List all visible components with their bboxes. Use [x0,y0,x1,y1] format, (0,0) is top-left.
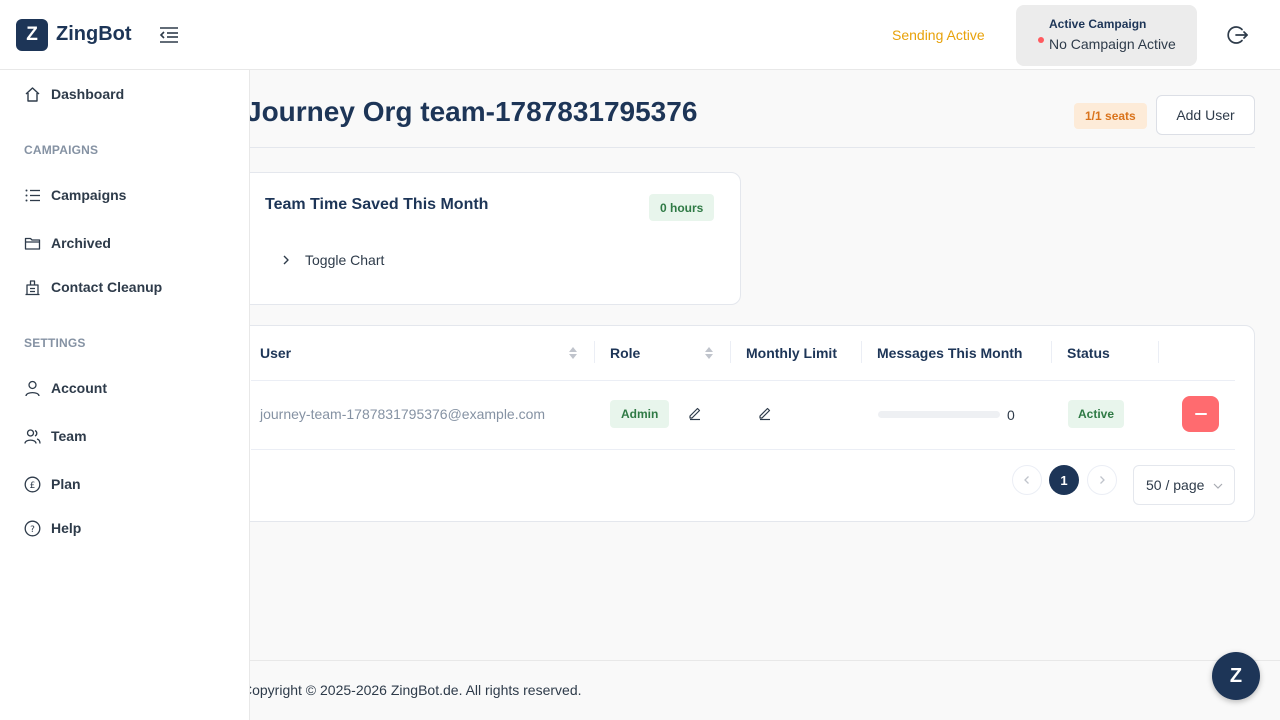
messages-count: 0 [1007,407,1015,423]
user-email: journey-team-1787831795376@example.com [260,406,546,422]
brand-logo-mark[interactable]: Z [16,19,48,51]
chat-fab-button[interactable]: Z [1212,652,1260,700]
pagination-next-button[interactable] [1087,465,1117,495]
hours-badge: 0 hours [649,194,715,221]
column-header-role[interactable]: Role [610,345,640,361]
column-separator [594,341,595,363]
menu-fold-icon[interactable] [158,24,180,46]
toggle-chart-button[interactable]: Toggle Chart [279,252,384,268]
time-saved-card: Team Time Saved This Month 0 hours Toggl… [240,172,741,305]
sidebar-item-team[interactable]: Team [24,425,87,447]
sidebar-item-label: Help [51,520,82,536]
top-header: Z ZingBot Sending Active Active Campaign… [0,0,1280,70]
page-title: Journey Org team-1787831795376 [246,96,698,127]
section-settings: SETTINGS [24,336,86,350]
home-icon [24,86,41,103]
question-icon: ? [24,520,41,537]
list-icon [24,187,41,204]
table-header-divider [251,380,1235,381]
sidebar-item-label: Archived [51,235,111,251]
chevron-down-icon [1213,483,1223,489]
column-separator [730,341,731,363]
sidebar-item-account[interactable]: Account [24,377,107,399]
brand-name[interactable]: ZingBot [56,23,132,46]
footer-copyright: Copyright © 2025-2026 ZingBot.de. All ri… [242,682,582,698]
section-campaigns: CAMPAIGNS [24,143,99,157]
sidebar-item-archived[interactable]: Archived [24,232,111,254]
time-saved-title: Team Time Saved This Month [265,196,489,213]
row-divider [251,449,1235,450]
active-campaign-label: Active Campaign [1049,17,1147,31]
sidebar-item-plan[interactable]: £ Plan [24,473,81,495]
sidebar-item-contact-cleanup[interactable]: Contact Cleanup [24,276,162,298]
column-header-monthly-limit: Monthly Limit [746,345,837,361]
sidebar-item-label: Campaigns [51,187,127,203]
sidebar-item-label: Dashboard [51,86,125,102]
role-badge: Admin [610,400,670,428]
status-badge: Active [1068,400,1125,428]
edit-role-icon[interactable] [687,405,703,421]
sidebar-item-label: Contact Cleanup [51,279,163,295]
column-separator [1158,341,1159,363]
team-icon [24,428,41,445]
logout-icon[interactable] [1226,23,1250,47]
footer-divider [250,660,1280,661]
building-icon [24,279,41,296]
column-separator [1051,341,1052,363]
sidebar-item-dashboard[interactable]: Dashboard [24,83,124,105]
sidebar: Dashboard CAMPAIGNS Campaigns Archived C… [0,70,250,720]
chevron-left-icon [1024,476,1029,484]
edit-limit-icon[interactable] [757,405,773,421]
chevron-right-icon [283,255,289,265]
add-user-button[interactable]: Add User [1156,95,1255,135]
toggle-chart-label: Toggle Chart [305,252,385,268]
svg-text:?: ? [30,525,35,535]
title-divider [250,147,1255,148]
page-size-value: 50 / page [1146,477,1205,493]
active-campaign-box[interactable]: Active Campaign No Campaign Active [1016,5,1197,66]
active-campaign-value: No Campaign Active [1049,36,1176,52]
sidebar-item-label: Account [51,380,107,396]
column-header-status: Status [1067,345,1110,361]
user-icon [24,380,41,397]
sidebar-item-help[interactable]: ? Help [24,517,81,539]
column-header-user[interactable]: User [260,345,291,361]
sidebar-item-label: Team [51,428,87,444]
seats-badge: 1/1 seats [1074,103,1147,129]
messages-progress-bar [878,411,1000,418]
remove-user-button[interactable] [1182,396,1219,432]
svg-text:£: £ [30,481,36,491]
folder-icon [24,235,41,252]
sort-icon[interactable] [568,346,578,360]
sending-status: Sending Active [892,27,985,43]
minus-icon [1194,413,1207,415]
campaign-status-dot [1038,37,1044,43]
sort-icon[interactable] [704,346,714,360]
team-users-table: User Role Monthly Limit Messages This Mo… [240,325,1255,522]
pound-icon: £ [24,476,41,493]
column-separator [861,341,862,363]
chevron-right-icon [1100,476,1105,484]
page-size-select[interactable]: 50 / page [1133,465,1235,505]
sidebar-item-campaigns[interactable]: Campaigns [24,184,126,206]
sidebar-item-label: Plan [51,476,81,492]
column-header-messages: Messages This Month [877,345,1023,361]
pagination-page-current[interactable]: 1 [1049,465,1079,495]
pagination-prev-button[interactable] [1012,465,1042,495]
